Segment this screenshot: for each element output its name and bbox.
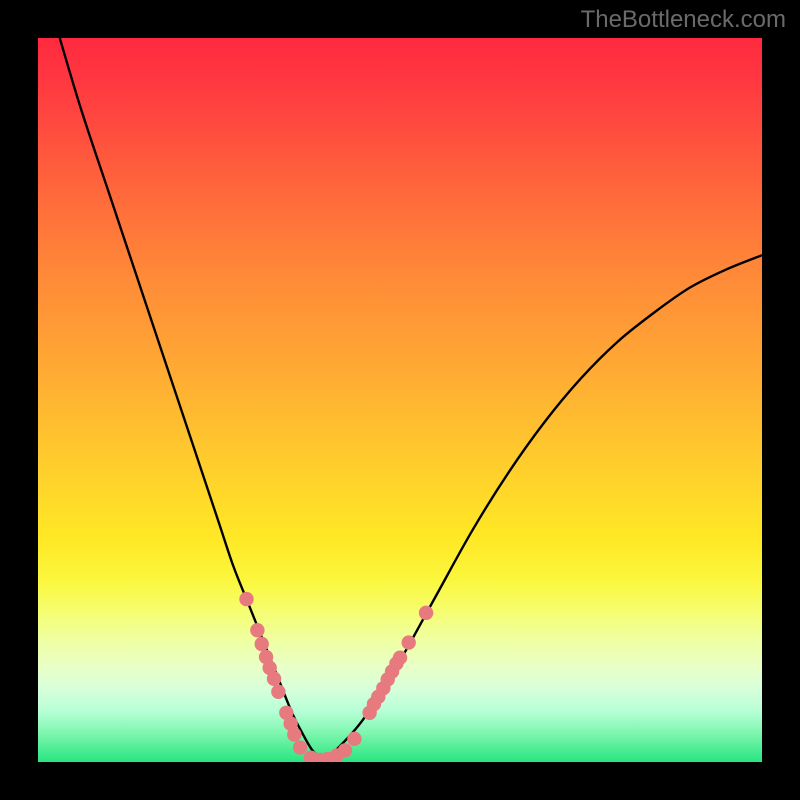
highlight-dot (293, 740, 307, 754)
highlight-dot (267, 672, 281, 686)
highlight-dot (287, 727, 301, 741)
highlight-dot (401, 635, 415, 649)
bottleneck-curve (38, 38, 762, 762)
highlight-dot (347, 732, 361, 746)
highlight-dot (271, 685, 285, 699)
highlight-dot (255, 637, 269, 651)
curve-line (60, 38, 762, 758)
highlight-dot (239, 592, 253, 606)
highlight-dot (393, 651, 407, 665)
highlight-dot (419, 606, 433, 620)
plot-area (38, 38, 762, 762)
highlight-dot (338, 743, 352, 757)
chart-frame: TheBottleneck.com (0, 0, 800, 800)
highlight-dot (250, 623, 264, 637)
watermark-text: TheBottleneck.com (581, 6, 786, 34)
